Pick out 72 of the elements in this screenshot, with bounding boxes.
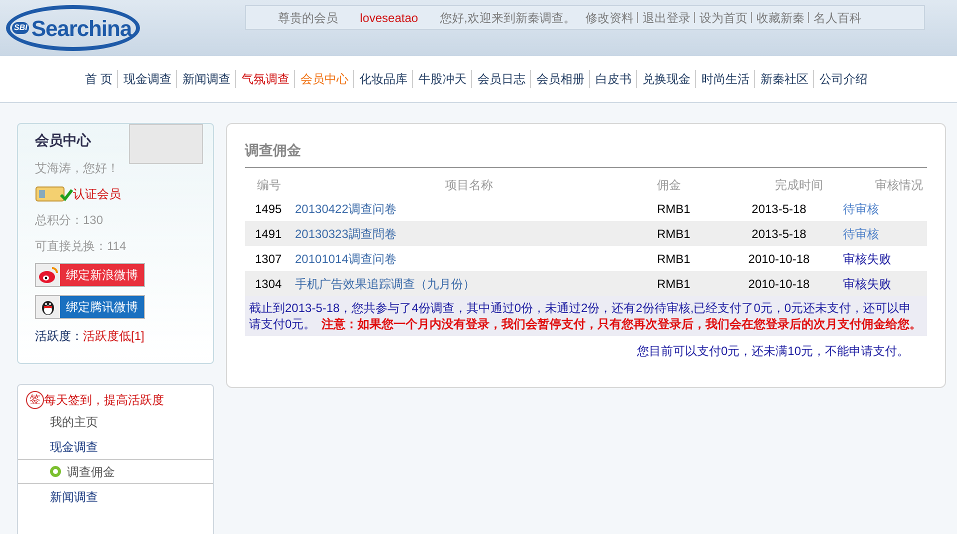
sign-in-link[interactable]: 每天签到，提高活跃度 <box>44 391 164 409</box>
bind-button[interactable]: 绑定新浪微博 <box>35 263 145 287</box>
id-cell-text: 1495 <box>254 200 283 218</box>
nav-tab[interactable]: 兑换现金 <box>637 70 696 88</box>
menu-item[interactable]: 调查佣金 <box>18 459 213 484</box>
penguin-icon <box>40 298 56 316</box>
nav-tab[interactable]: 化妆品库 <box>354 70 412 88</box>
nav-tab[interactable]: 白皮书 <box>590 70 636 88</box>
survey-link[interactable]: 20130422调查问卷 <box>295 200 657 218</box>
bind-label: 绑定新浪微博 <box>60 264 144 286</box>
bind-button[interactable]: 绑定腾讯微博 <box>35 295 145 319</box>
activity-label: 活跃度： <box>35 328 83 345</box>
sign-in-icon: 签 <box>26 391 44 409</box>
top-link[interactable]: 名人百科 <box>813 8 862 26</box>
date-cell-text: 2013-5-18 <box>750 226 808 242</box>
column-header: 佣金 <box>656 177 682 194</box>
points-text: 总积分：130 <box>35 212 104 229</box>
nav-tab[interactable]: 气氛调查 <box>236 70 294 88</box>
summary-notice: 截止到2013-5-18，您共参与了4份调查，其中通过0份，未通过2份，还有2份待审核,已经支付了0元，0元还未支付，还可以申请支付0元。 注意：如果您一个月内没有登录，我们会暂停支付，只有您再次登录后，我们会在您登录后的次月支付佣金给您。 <box>245 296 927 336</box>
date-cell-text: 2013-5-18 <box>750 200 808 218</box>
top-link[interactable]: 退出登录 <box>642 8 690 26</box>
member-title: 会员中心 <box>35 131 92 150</box>
username-link[interactable]: loveseatao <box>360 8 418 26</box>
top-link[interactable]: 收藏新秦 <box>756 8 804 26</box>
nav-tab[interactable]: 时尚生活 <box>696 70 754 88</box>
menu-item[interactable]: 现金调查 <box>18 434 213 459</box>
column-header: 审核情况 <box>874 177 924 194</box>
id-cell-text: 1491 <box>254 226 283 242</box>
weibo-logo-icon <box>38 266 58 284</box>
panel-title: 调查佣金 <box>245 140 927 168</box>
selected-ring-icon <box>50 466 61 477</box>
top-link[interactable]: 修改资料 <box>585 8 634 26</box>
commission-cell-text: RMB1 <box>657 200 692 218</box>
date-cell-text: 2010-10-18 <box>747 250 811 268</box>
id-cell-text: 1304 <box>254 276 283 292</box>
nav-tab[interactable]: 会员相册 <box>531 70 590 88</box>
status-cell-text: 待审核 <box>842 200 879 218</box>
nav-tab[interactable]: 公司介绍 <box>814 70 872 88</box>
menu-item[interactable]: 新闻调查 <box>18 484 213 509</box>
nav-tab[interactable]: 牛股冲天 <box>413 70 472 88</box>
activity-value: 活跃度低[1] <box>83 328 144 345</box>
commission-cell-text: RMB1 <box>657 276 692 292</box>
column-header: 完成时间 <box>774 177 824 194</box>
logo-text: Searchina <box>31 14 132 42</box>
nav-tab[interactable]: 首 页 <box>80 70 118 88</box>
nav-tab[interactable]: 新闻调查 <box>177 70 236 88</box>
id-card-icon <box>35 185 73 203</box>
verified-text: 认证会员 <box>73 186 121 203</box>
column-header: 编号 <box>256 177 282 194</box>
payment-status-text: 您目前可以支付0元，还未满10元，不能申请支付。 <box>636 343 909 360</box>
commission-cell-text: RMB1 <box>657 250 692 268</box>
logo-badge: SBI <box>12 22 30 34</box>
nav-tab[interactable]: 会员日志 <box>472 70 530 88</box>
status-cell-text: 待审核 <box>842 226 879 242</box>
status-cell-text: 审核失败 <box>842 276 891 292</box>
survey-link[interactable]: 手机广告效果追踪调查（九月份） <box>295 274 657 292</box>
survey-link[interactable]: 20130323調查問卷 <box>295 224 657 242</box>
greeting-text: 尊贵的会员 <box>278 10 338 26</box>
nav-tab[interactable]: 新秦社区 <box>755 70 814 88</box>
id-cell-text: 1307 <box>254 250 283 268</box>
welcome-text: 您好,欢迎来到新秦调查。 <box>440 10 576 26</box>
top-link[interactable]: 设为首页 <box>699 8 748 26</box>
nav-tab[interactable]: 现金调查 <box>118 70 176 88</box>
date-cell-text: 2010-10-18 <box>747 276 811 292</box>
survey-link[interactable]: 20101014调查问卷 <box>295 250 657 268</box>
status-cell-text: 审核失败 <box>842 250 891 268</box>
bind-label: 绑定腾讯微博 <box>60 296 144 318</box>
exchange-text: 可直接兑换：114 <box>35 238 128 255</box>
menu-item[interactable]: 我的主页 <box>18 409 213 434</box>
hello-text: 艾海涛，您好！ <box>35 160 120 177</box>
commission-cell-text: RMB1 <box>657 226 692 242</box>
column-header: 项目名称 <box>444 177 494 194</box>
